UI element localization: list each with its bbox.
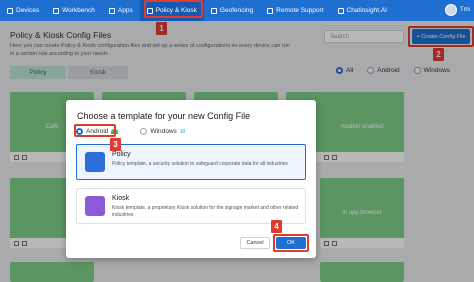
workbench-icon [53,7,60,14]
radio-icon [140,128,148,135]
apps-icon [108,7,115,14]
nav-chatinsight[interactable]: Chatinsight.AI [331,0,394,21]
chat-icon [337,7,344,14]
nav-apps[interactable]: Apps [102,0,140,21]
kiosk-template-icon [85,196,105,216]
windows-icon: 10 [179,128,186,135]
nav-remote-support[interactable]: Remote Support [260,0,330,21]
remote-support-icon [267,7,274,14]
devices-icon [7,7,13,14]
cancel-button[interactable]: Cancel [240,237,270,249]
template-kiosk[interactable]: Kiosk Kiosk template, a proprietary Kios… [76,188,306,224]
ok-button-highlight [273,234,309,252]
avatar [445,4,457,16]
policy-template-icon [85,152,105,172]
template-dialog: Choose a template for your new Config Fi… [66,100,316,258]
android-option-highlight [74,124,116,137]
policy-kiosk-highlight [144,0,203,18]
dialog-title: Choose a template for your new Config Fi… [77,111,251,121]
os-option-windows[interactable]: Windows 10 [140,128,185,135]
step-marker-3: 3 [110,138,121,151]
geofencing-icon [210,7,217,14]
step-marker-4: 4 [271,220,282,233]
top-nav: Devices Workbench Apps Policy & Kiosk Ge… [0,0,474,21]
nav-geofencing[interactable]: Geofencing [204,0,260,21]
user-menu[interactable]: Tmi [445,4,470,16]
nav-workbench[interactable]: Workbench [46,0,102,21]
nav-devices[interactable]: Devices [0,0,46,21]
